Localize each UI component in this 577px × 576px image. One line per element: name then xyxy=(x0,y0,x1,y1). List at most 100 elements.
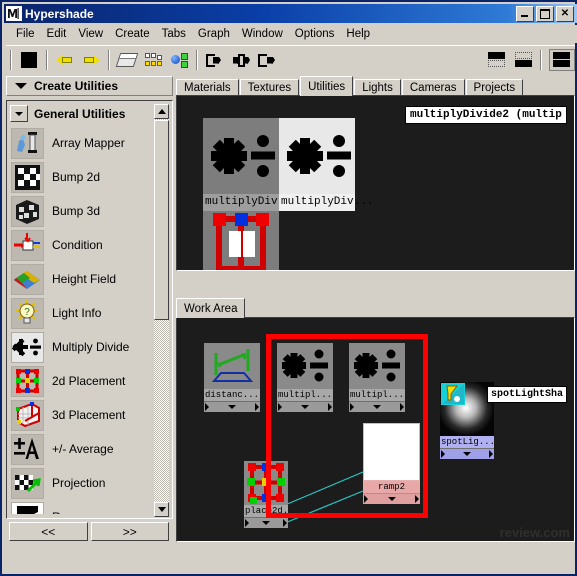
node-spot-light[interactable]: spotLig... xyxy=(440,382,494,459)
list-item-label: 2d Placement xyxy=(52,374,126,388)
maya-m-icon xyxy=(6,6,22,21)
tab-work-area[interactable]: Work Area xyxy=(176,298,246,318)
ramp-texture-icon xyxy=(363,423,420,481)
node-ramp2[interactable]: ramp2 xyxy=(363,423,420,504)
group-dropdown-button[interactable] xyxy=(10,105,28,122)
panel-nav-buttons: << >> xyxy=(9,522,169,541)
node-attr-bar[interactable] xyxy=(440,448,494,459)
menu-file[interactable]: File xyxy=(10,27,41,41)
list-item-label: +/- Average xyxy=(52,442,114,456)
menu-view[interactable]: View xyxy=(72,27,109,41)
utilities-swatch-panel[interactable]: multiplyDiv... multiplyDiv... multiplyDi… xyxy=(176,95,575,271)
list-item[interactable]: Multiply Divide xyxy=(11,330,156,364)
atom-network-icon[interactable] xyxy=(167,49,191,71)
input-connections-icon[interactable] xyxy=(203,49,227,71)
tab-materials[interactable]: Materials xyxy=(176,79,239,96)
tab-cameras[interactable]: Cameras xyxy=(401,79,465,96)
swatch-item[interactable]: multiplyDiv... xyxy=(279,118,373,211)
node-multiply-divide-1[interactable]: multipl... xyxy=(277,343,333,412)
list-item[interactable]: Array Mapper xyxy=(11,126,156,160)
create-utilities-header[interactable]: Create Utilities xyxy=(6,76,173,96)
node-attr-bar[interactable] xyxy=(244,517,288,528)
menu-help[interactable]: Help xyxy=(340,27,376,41)
menu-graph[interactable]: Graph xyxy=(192,27,236,41)
node-tooltip: spotLightSha xyxy=(487,386,568,403)
next-page-button[interactable]: >> xyxy=(90,522,169,541)
node-attr-bar[interactable] xyxy=(349,401,405,412)
back-arrow-icon[interactable] xyxy=(53,49,77,71)
title-bar: Hypershade ✕ xyxy=(4,4,577,23)
tab-textures[interactable]: Textures xyxy=(239,79,300,96)
scrollbar-thumb[interactable] xyxy=(154,120,169,320)
list-item[interactable]: Reverse xyxy=(11,500,156,514)
work-area-canvas[interactable]: distanc... multipl... multipl... spotLig… xyxy=(176,317,575,542)
list-item-label: Multiply Divide xyxy=(52,340,130,354)
multiply-divide-icon xyxy=(203,118,279,194)
placement-3d-icon xyxy=(11,399,44,431)
hypershade-window: Hypershade ✕ File Edit View Create Tabs … xyxy=(0,0,577,576)
checker-swatch-icon[interactable] xyxy=(17,49,41,71)
list-item-label: Reverse xyxy=(52,510,97,514)
list-item[interactable]: Condition xyxy=(11,228,156,262)
list-item-label: Bump 3d xyxy=(52,204,101,218)
menu-window[interactable]: Window xyxy=(236,27,289,41)
menu-edit[interactable]: Edit xyxy=(41,27,73,41)
list-item-label: Bump 2d xyxy=(52,170,101,184)
list-item[interactable]: Height Field xyxy=(11,262,156,296)
prev-page-button[interactable]: << xyxy=(9,522,88,541)
rearrange-graph-icon[interactable] xyxy=(141,49,165,71)
swatch-item[interactable]: multiplyDiv... xyxy=(203,118,297,211)
tab-lights[interactable]: Lights xyxy=(354,79,401,96)
general-utilities-header: General Utilities xyxy=(10,104,169,123)
node-attr-bar[interactable] xyxy=(363,493,420,504)
swatch-item[interactable] xyxy=(203,211,279,270)
layout-split-icon[interactable] xyxy=(549,49,575,71)
menu-options[interactable]: Options xyxy=(289,27,341,41)
list-item[interactable]: Bump 2d xyxy=(11,160,156,194)
work-area-tab-bar: Work Area xyxy=(176,298,575,318)
projection-icon xyxy=(11,467,44,499)
list-item[interactable]: +/- Average xyxy=(11,432,156,466)
node-label: multipl... xyxy=(349,389,405,401)
menu-tabs[interactable]: Tabs xyxy=(156,27,192,41)
maximize-button[interactable] xyxy=(536,5,554,22)
list-item[interactable]: 2d Placement xyxy=(11,364,156,398)
layout-bottom-only-icon[interactable] xyxy=(512,50,536,70)
toolbar-divider xyxy=(46,50,48,70)
create-utilities-label: Create Utilities xyxy=(34,79,119,93)
list-item[interactable]: 3d Placement xyxy=(11,398,156,432)
toolbar xyxy=(6,45,575,74)
minimize-button[interactable] xyxy=(516,5,534,22)
window-controls: ✕ xyxy=(514,5,574,22)
swatch-label: multiplyDiv... xyxy=(203,194,297,211)
utilities-scrollbar[interactable] xyxy=(154,104,169,517)
tab-bar: Materials Textures Utilities Lights Came… xyxy=(176,76,575,96)
watermark: review.com xyxy=(499,525,570,540)
node-distance-between[interactable]: distanc... xyxy=(204,343,260,412)
list-item[interactable]: ? Light Info xyxy=(11,296,156,330)
input-output-connections-icon[interactable] xyxy=(229,49,253,71)
scroll-down-button[interactable] xyxy=(154,502,169,517)
node-label: place2d... xyxy=(244,505,288,517)
list-item[interactable]: Projection xyxy=(11,466,156,500)
multiply-divide-icon xyxy=(279,118,355,194)
list-item[interactable]: Bump 3d xyxy=(11,194,156,228)
close-button[interactable]: ✕ xyxy=(556,5,574,22)
list-item-label: Projection xyxy=(52,476,106,490)
layout-top-only-icon[interactable] xyxy=(485,50,509,70)
tab-projects[interactable]: Projects xyxy=(465,79,524,96)
forward-arrow-icon[interactable] xyxy=(79,49,103,71)
node-multiply-divide-2[interactable]: multipl... xyxy=(349,343,405,412)
utilities-list[interactable]: Array Mapper Bump 2d Bump 3d Condition H… xyxy=(11,126,156,514)
node-attr-bar[interactable] xyxy=(277,401,333,412)
tab-utilities[interactable]: Utilities xyxy=(300,76,354,96)
scroll-up-button[interactable] xyxy=(154,104,169,119)
node-attr-bar[interactable] xyxy=(204,401,260,412)
reverse-icon xyxy=(11,501,44,514)
eraser-icon[interactable] xyxy=(115,49,139,71)
list-item-label: Array Mapper xyxy=(52,136,125,150)
node-place2d-texture[interactable]: place2d... xyxy=(244,461,288,528)
output-connections-icon[interactable] xyxy=(255,49,279,71)
menu-create[interactable]: Create xyxy=(109,27,156,41)
svg-text:?: ? xyxy=(24,307,30,318)
